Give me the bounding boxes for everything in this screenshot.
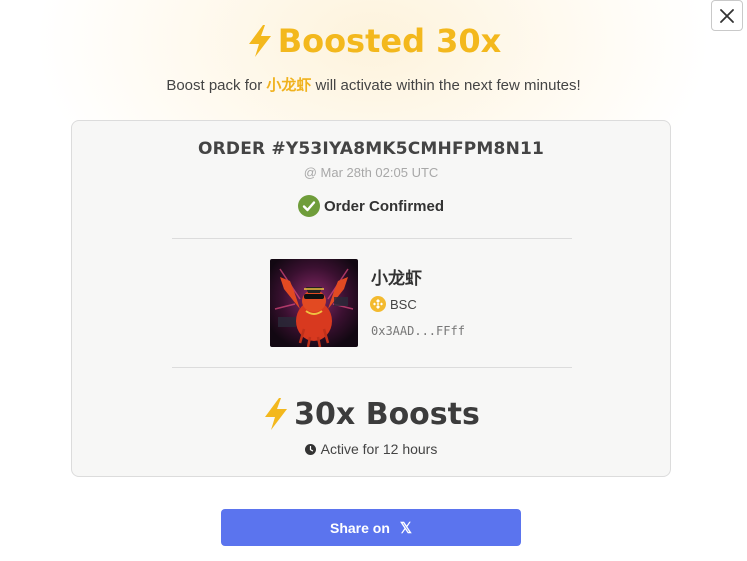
token-name: 小龙虾 — [371, 269, 422, 288]
order-time: @ Mar 28th 02:05 UTC — [303, 165, 439, 180]
order-card: ORDER #Y53IYA8MK5CMHFPM8N11 @ Mar 28th 0… — [71, 120, 671, 477]
boost-amount: 30x Boosts — [72, 393, 670, 435]
token-address[interactable]: 0x3AAD...FFff — [371, 324, 465, 338]
check-circle-icon — [297, 195, 320, 217]
share-on-x-button[interactable]: Share on 𝕏 — [221, 509, 521, 546]
order-status: Order Confirmed — [72, 195, 670, 217]
subtitle-token-name: 小龙虾 — [266, 77, 312, 94]
order-id: ORDER #Y53IYA8MK5CMHFPM8N11 — [197, 139, 545, 159]
bnb-chain-icon — [370, 296, 386, 312]
token-avatar — [270, 259, 358, 347]
subtitle: Boost pack for 小龙虾 will activate within … — [166, 77, 581, 94]
x-logo-icon: 𝕏 — [399, 519, 412, 537]
lightning-icon — [265, 398, 288, 430]
clock-icon — [304, 443, 316, 455]
title-text: Boosted 30x — [277, 22, 502, 60]
lightning-icon — [248, 25, 271, 57]
divider — [172, 367, 572, 368]
divider — [172, 238, 572, 239]
page-title: Boosted 30x — [0, 20, 747, 62]
lobster-image — [270, 259, 358, 347]
token-chain: BSC — [370, 296, 417, 312]
boost-duration: Active for 12 hours — [72, 441, 670, 457]
